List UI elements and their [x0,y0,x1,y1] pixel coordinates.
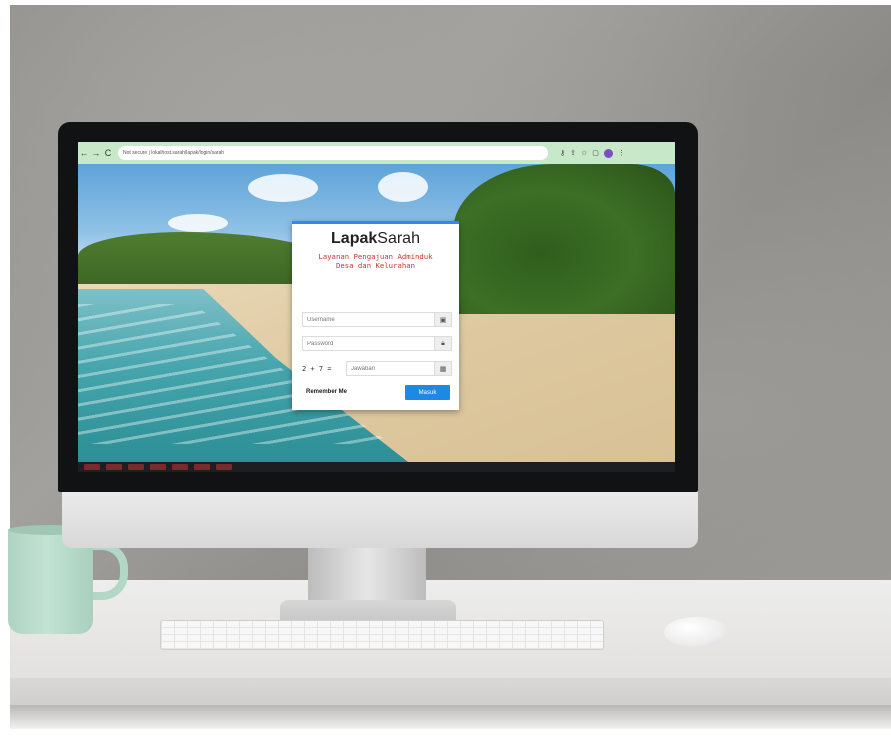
background-trees [453,164,675,314]
star-icon[interactable]: ☆ [581,149,587,157]
browser-extensions: ⚷ ⇪ ☆ ▢ ⋮ [560,148,625,158]
id-card-icon: ▣ [434,313,451,326]
menu-kebab-icon[interactable]: ⋮ [618,149,625,157]
address-bar[interactable]: Not secure | lokalhost.sarah/lapak/login… [118,146,548,160]
captcha-row: 2 + 7 = ▦ [302,361,452,376]
keyboard [160,620,604,650]
back-button[interactable]: ← [78,145,90,161]
taskbar-app[interactable] [128,464,144,470]
browser-toolbar: ← → C Not secure | lokalhost.sarah/lapak… [78,142,675,164]
lock-icon: 🔒︎ [434,337,451,350]
os-taskbar [78,462,675,472]
login-button[interactable]: Masuk [405,385,450,400]
share-icon[interactable]: ⇪ [570,149,576,157]
monitor-stand [308,548,426,608]
tagline-line-1: Layanan Pengajuan Adminduk [318,252,433,261]
grid-icon: ▦ [434,362,451,375]
brand-logo: LapakSarah [292,230,459,248]
password-field: 🔒︎ [302,336,452,351]
taskbar-app[interactable] [106,464,122,470]
taskbar-app[interactable] [194,464,210,470]
photo-scene: ← → C Not secure | lokalhost.sarah/lapak… [0,0,891,752]
monitor-screen: ← → C Not secure | lokalhost.sarah/lapak… [78,142,675,472]
taskbar-app[interactable] [172,464,188,470]
brand-logo-bold: Lapak [331,230,378,247]
reload-button[interactable]: C [102,145,114,161]
window-icon[interactable]: ▢ [592,149,599,157]
brand-logo-regular: Sarah [377,230,420,247]
desk-shadow [10,705,891,729]
page-viewport: LapakSarah Layanan Pengajuan Adminduk De… [78,164,675,462]
taskbar-app[interactable] [84,464,100,470]
monitor-chin [62,488,698,548]
password-input[interactable] [303,337,434,350]
captcha-question: 2 + 7 = [302,364,332,373]
background-cloud [248,174,318,202]
forward-button[interactable]: → [90,145,102,161]
desk-edge [10,678,891,708]
taskbar-app[interactable] [216,464,232,470]
key-icon[interactable]: ⚷ [560,149,565,157]
address-bar-url: Not secure | lokalhost.sarah/lapak/login… [123,150,225,156]
tagline: Layanan Pengajuan Adminduk Desa dan Kelu… [292,252,459,270]
captcha-input[interactable] [347,362,434,375]
remember-me-label[interactable]: Remember Me [306,389,347,395]
profile-avatar-icon[interactable] [603,148,613,158]
username-field: ▣ [302,312,452,327]
captcha-field: ▦ [346,361,452,376]
mouse [664,617,728,647]
background-cloud [378,172,428,202]
background-cloud [168,214,228,232]
taskbar-app[interactable] [150,464,166,470]
tagline-line-2: Desa dan Kelurahan [335,261,416,270]
login-card: LapakSarah Layanan Pengajuan Adminduk De… [292,221,459,410]
username-input[interactable] [303,313,434,326]
